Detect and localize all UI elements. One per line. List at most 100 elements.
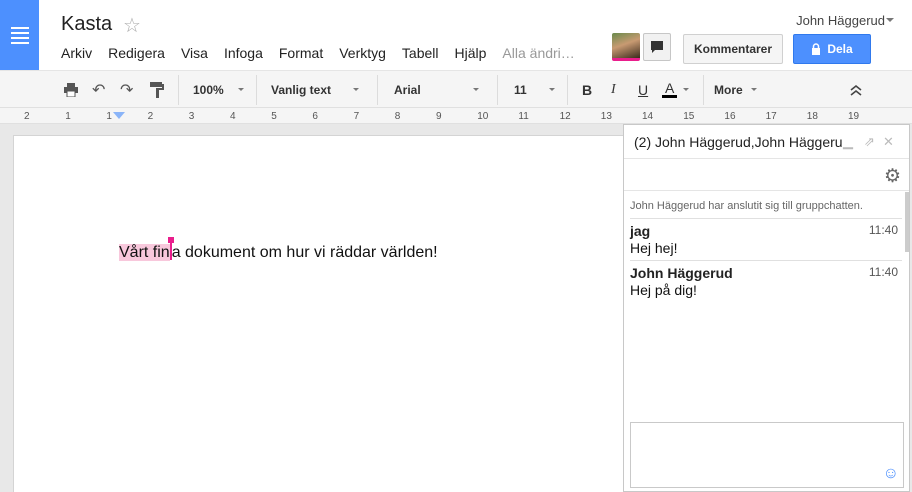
- account-caret-icon[interactable]: [886, 18, 894, 22]
- chat-title: (2) John Häggerud,John Häggerud: [634, 133, 842, 150]
- underline-button[interactable]: U: [638, 71, 648, 108]
- font-caret-icon: [472, 88, 479, 91]
- ruler-tick-label: 3: [188, 111, 195, 122]
- gear-icon[interactable]: ⚙: [884, 165, 901, 188]
- indent-marker-icon[interactable]: [113, 112, 125, 119]
- ruler-tick-label: 10: [477, 111, 489, 122]
- message-time: 11:40: [868, 223, 898, 237]
- toolbar-divider: [178, 75, 179, 105]
- chat-toolbar: ⚙: [624, 159, 909, 191]
- ruler[interactable]: 2 1 1 2 3 4 5 6 7 8 9 10 11 12 13 14 15 16 17 18 19: [0, 108, 912, 124]
- style-caret-icon: [353, 88, 360, 91]
- chat-system-message: John Häggerud har anslutit sig till grup…: [630, 200, 863, 212]
- share-button-label: Dela: [827, 42, 853, 56]
- print-icon[interactable]: [63, 71, 79, 108]
- text-color-button[interactable]: A: [662, 71, 690, 108]
- menu-item-format[interactable]: Format: [279, 45, 323, 61]
- text-color-icon: A: [662, 81, 678, 98]
- ruler-tick-label: 18: [806, 111, 818, 122]
- ruler-tick-label: 2: [147, 111, 154, 122]
- zoom-select[interactable]: 100%: [193, 71, 244, 108]
- body-text-rest: a dokument om hur vi räddar världen!: [171, 244, 438, 261]
- message-sender: jag: [630, 223, 651, 239]
- menu-item-visa[interactable]: Visa: [181, 45, 208, 61]
- emoji-icon[interactable]: ☺: [883, 465, 899, 483]
- font-size-select[interactable]: 11: [514, 71, 555, 108]
- chat-toggle-button[interactable]: [643, 33, 671, 61]
- undo-icon[interactable]: ↶: [92, 71, 105, 108]
- toolbar: ↶ ↷ 100% Vanlig text Arial 11 B I U A Mo…: [0, 70, 912, 108]
- toolbar-divider: [377, 75, 378, 105]
- ruler-tick-label: 5: [271, 111, 277, 122]
- chat-input[interactable]: ☺: [630, 422, 904, 488]
- italic-button[interactable]: I: [611, 71, 616, 108]
- chat-bubble-icon: [651, 41, 663, 53]
- more-button[interactable]: More: [714, 71, 757, 108]
- star-icon[interactable]: ☆: [123, 13, 141, 38]
- message-time: 11:40: [868, 265, 898, 279]
- zoom-caret-icon: [237, 88, 244, 91]
- ruler-tick-label: 2: [24, 111, 30, 122]
- ruler-tick-label: 1: [106, 111, 112, 122]
- ruler-tick-label: 14: [642, 111, 654, 122]
- message-text: Hej hej!: [630, 240, 678, 256]
- ruler-tick-label: 17: [765, 111, 777, 122]
- text-color-caret-icon: [683, 88, 690, 91]
- app-header: Kasta ☆ Arkiv Redigera Visa Infoga Forma…: [0, 0, 912, 70]
- docs-home-icon[interactable]: [0, 0, 39, 70]
- document-body-text[interactable]: Vårt fin a dokument om hur vi räddar värl…: [119, 237, 438, 262]
- popout-icon[interactable]: ⇗: [864, 134, 875, 150]
- toolbar-divider: [703, 75, 704, 105]
- menu-bar: Arkiv Redigera Visa Infoga Format Verkty…: [61, 45, 591, 61]
- ruler-tick-label: 15: [683, 111, 695, 122]
- lock-icon: [812, 43, 821, 55]
- menu-item-arkiv[interactable]: Arkiv: [61, 45, 92, 61]
- toolbar-divider: [256, 75, 257, 105]
- bold-button[interactable]: B: [582, 71, 592, 108]
- last-edit-link[interactable]: Alla ändri…: [502, 45, 574, 61]
- paragraph-style-select[interactable]: Vanlig text: [271, 71, 360, 108]
- chat-messages: John Häggerud har anslutit sig till grup…: [624, 192, 908, 418]
- menu-item-infoga[interactable]: Infoga: [224, 45, 263, 61]
- minimize-icon[interactable]: ▁: [843, 134, 853, 150]
- ruler-tick-label: 19: [848, 111, 860, 122]
- ruler-tick-label: 13: [600, 111, 612, 122]
- redo-icon[interactable]: ↷: [120, 71, 133, 108]
- close-icon[interactable]: ✕: [883, 134, 894, 150]
- menu-item-tabell[interactable]: Tabell: [402, 45, 439, 61]
- chat-message: jag 11:40 Hej hej!: [630, 218, 902, 256]
- paint-format-icon[interactable]: [150, 71, 164, 108]
- chat-header: (2) John Häggerud,John Häggerud ▁ ⇗ ✕: [624, 125, 909, 159]
- ruler-tick-label: 6: [312, 111, 318, 122]
- ruler-tick-label: 4: [230, 111, 236, 122]
- ruler-tick-label: 9: [436, 111, 442, 122]
- collaborator-selection: Vårt fin: [119, 244, 170, 261]
- account-name[interactable]: John Häggerud: [796, 13, 885, 28]
- ruler-tick-label: 16: [724, 111, 736, 122]
- comments-button[interactable]: Kommentarer: [683, 34, 783, 64]
- font-select[interactable]: Arial: [394, 71, 479, 108]
- ruler-tick-label: 12: [559, 111, 571, 122]
- collapse-toolbar-icon[interactable]: [850, 71, 862, 108]
- menu-item-hjalp[interactable]: Hjälp: [455, 45, 487, 61]
- chat-message: John Häggerud 11:40 Hej på dig!: [630, 260, 902, 298]
- menu-item-redigera[interactable]: Redigera: [108, 45, 165, 61]
- ruler-tick-label: 1: [65, 111, 71, 122]
- collaborator-avatar[interactable]: [612, 33, 640, 61]
- ruler-tick-label: 8: [394, 111, 401, 122]
- document-title[interactable]: Kasta: [61, 13, 112, 36]
- chat-scrollbar[interactable]: [905, 192, 909, 252]
- ruler-tick-label: 7: [353, 111, 360, 122]
- ruler-tick-label: 11: [518, 111, 529, 122]
- toolbar-divider: [497, 75, 498, 105]
- share-button[interactable]: Dela: [793, 34, 871, 64]
- chat-panel: (2) John Häggerud,John Häggerud ▁ ⇗ ✕ ⚙ …: [623, 124, 910, 492]
- menu-item-verktyg[interactable]: Verktyg: [339, 45, 386, 61]
- collaborator-cursor: [167, 237, 174, 260]
- message-sender: John Häggerud: [630, 265, 733, 281]
- size-caret-icon: [548, 88, 555, 91]
- more-caret-icon: [750, 88, 757, 91]
- toolbar-divider: [567, 75, 568, 105]
- document-page[interactable]: Vårt fin a dokument om hur vi räddar värl…: [14, 136, 624, 492]
- message-text: Hej på dig!: [630, 282, 697, 298]
